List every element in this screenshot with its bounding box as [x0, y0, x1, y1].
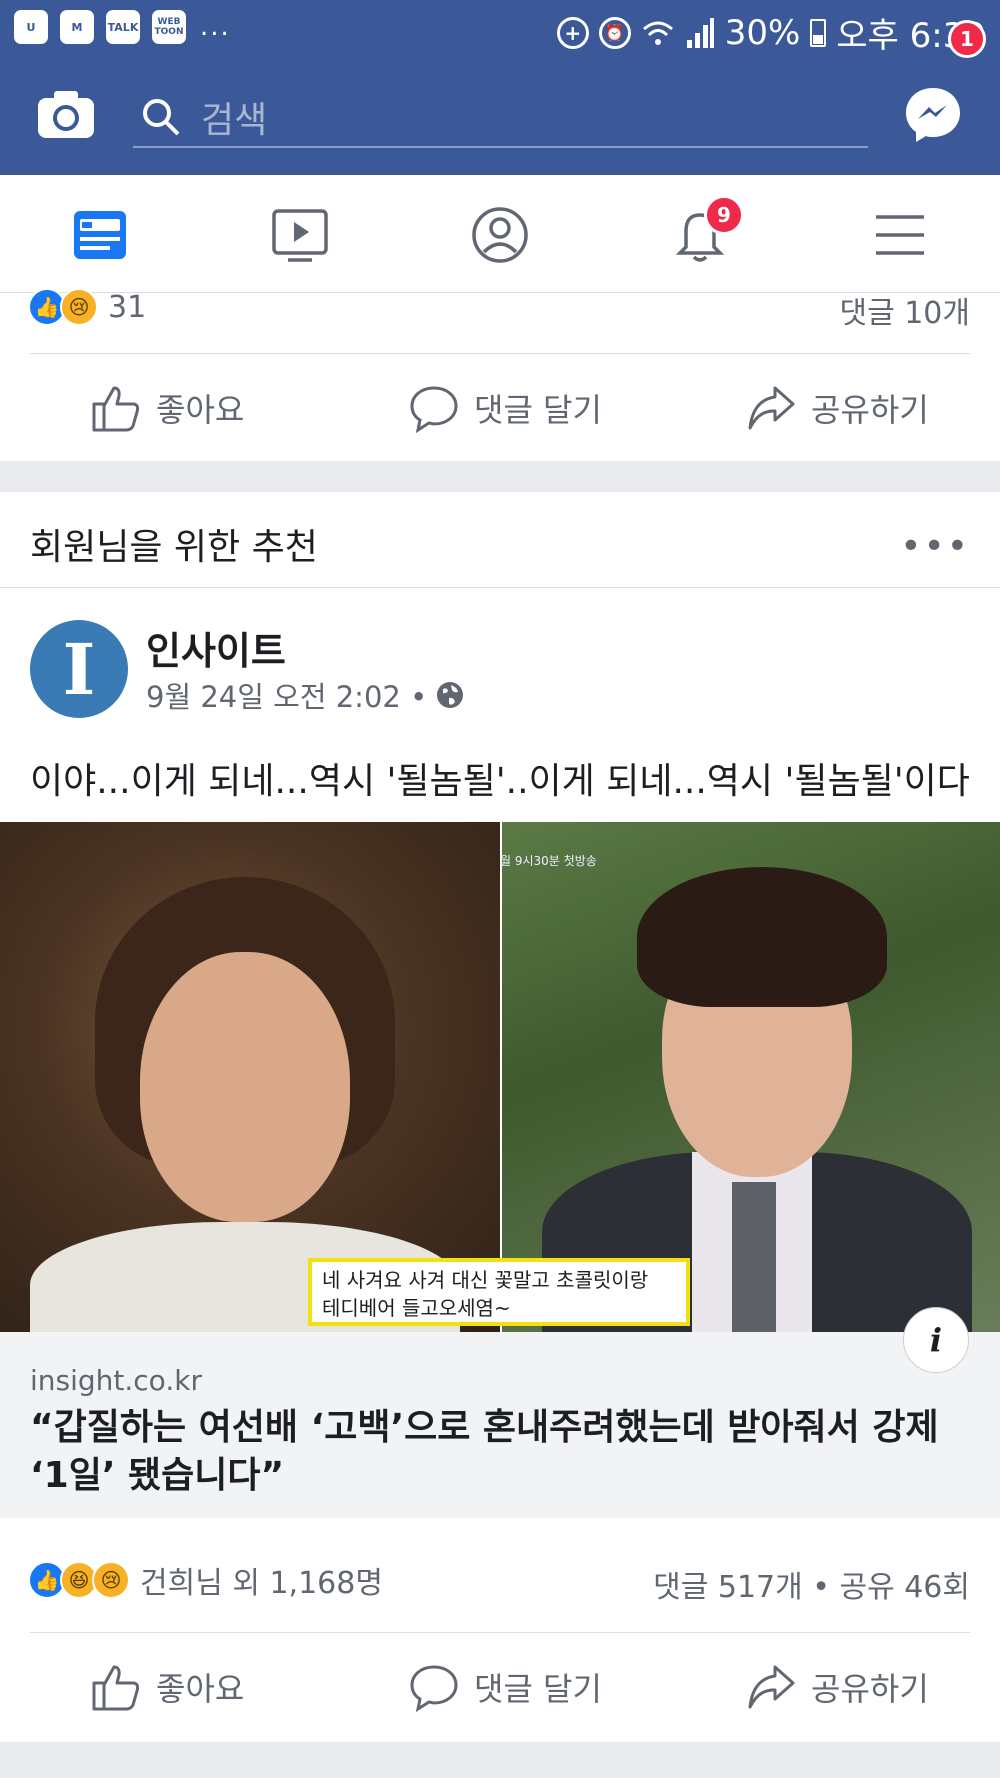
share-label: 공유하기 — [811, 391, 929, 429]
battery-icon — [810, 18, 827, 47]
reaction-summary[interactable]: 👍 😆 😢 건희님 외 1,168명 — [28, 1558, 383, 1602]
comment-icon — [410, 386, 458, 434]
sad-reaction-icon: 😢 — [60, 288, 98, 326]
search-placeholder: 검색 — [201, 100, 268, 141]
profile-icon[interactable] — [468, 203, 532, 267]
alarm-icon: ⏰ — [598, 16, 631, 49]
photo-left-panel — [0, 822, 500, 1332]
more-options-icon[interactable]: ••• — [900, 526, 970, 567]
like-label: 좋아요 — [156, 391, 245, 429]
camera-icon[interactable] — [36, 88, 96, 140]
status-bar: U M TALK WEB TOON ... + ⏰ 30% 오후 6:39 — [0, 0, 1000, 58]
share-button[interactable]: 공유하기 — [745, 353, 929, 463]
share-button[interactable]: 공유하기 — [745, 1632, 929, 1742]
menu-icon[interactable] — [868, 203, 932, 267]
gmail-icon: M — [60, 10, 94, 44]
sad-reaction-icon: 😢 — [92, 1561, 130, 1599]
previous-post-footer: 👍 😢 31 댓글 10개 좋아요 댓글 달기 공유하기 — [0, 288, 1000, 463]
divider — [0, 587, 1000, 588]
data-saver-icon: + — [556, 16, 589, 49]
more-notifications-dots: ... — [200, 12, 231, 42]
like-label: 좋아요 — [156, 1670, 245, 1708]
photo-right-panel — [502, 822, 1000, 1332]
recommended-post-card: 회원님을 위한 추천 ••• I 인사이트 9월 24일 오전 2:02 • 이… — [0, 492, 1000, 1742]
share-label: 공유하기 — [811, 1670, 929, 1708]
thumbs-up-icon — [92, 1665, 140, 1711]
like-button[interactable]: 좋아요 — [90, 1632, 244, 1742]
post-image[interactable]: 월 9시30분 첫방송 네 사겨요 사겨 대신 꽃말고 초콜릿이랑 테디베어 들… — [0, 822, 1000, 1332]
subtitle-line: 네 사겨요 사겨 대신 꽃말고 초콜릿이랑 — [322, 1268, 649, 1292]
link-preview[interactable]: insight.co.kr “갑질하는 여선배 ‘고백’으로 혼내주려했는데 받… — [0, 1332, 1000, 1518]
thumbs-up-icon — [92, 386, 140, 432]
tie-shape — [732, 1182, 776, 1332]
share-icon — [748, 1665, 795, 1709]
comment-count[interactable]: 댓글 10개 — [839, 288, 970, 332]
tab-bar — [0, 175, 1000, 293]
wifi-icon — [642, 21, 673, 45]
comment-button[interactable]: 댓글 달기 — [408, 353, 602, 463]
post-text: 이야...이게 되네...역시 '될놈될'..이게 되네...역시 '될놈될'이… — [30, 761, 970, 802]
reaction-count: 31 — [108, 289, 147, 325]
comment-label: 댓글 달기 — [474, 1670, 602, 1708]
post-meta: 9월 24일 오전 2:02 • — [146, 674, 465, 716]
comment-button[interactable]: 댓글 달기 — [408, 1632, 602, 1742]
hair-shape — [637, 867, 887, 1007]
reaction-summary[interactable]: 👍 😢 31 — [28, 288, 146, 326]
news-feed-icon[interactable] — [68, 203, 132, 267]
webtoon-icon: WEB TOON — [152, 10, 186, 44]
battery-percent: 30% — [724, 12, 801, 53]
kakaotalk-icon: TALK — [106, 10, 140, 44]
post-actions: 좋아요 댓글 달기 공유하기 — [0, 1632, 1000, 1742]
link-title: “갑질하는 여선배 ‘고백’으로 혼내주려했는데 받아줘서 강제 ‘1일’ 됐습… — [30, 1407, 939, 1496]
link-domain: insight.co.kr — [30, 1364, 202, 1397]
reaction-people: 건희님 외 1,168명 — [140, 1566, 383, 1601]
comment-share-stats[interactable]: 댓글 517개 • 공유 46회 — [653, 1562, 970, 1606]
info-icon[interactable]: i — [903, 1307, 969, 1373]
subtitle-line: 테디베어 들고오세염~ — [322, 1296, 511, 1320]
messenger-icon[interactable] — [903, 85, 963, 145]
share-icon — [748, 386, 795, 430]
section-title: 회원님을 위한 추천 — [30, 527, 318, 568]
subtitle-caption: 네 사겨요 사겨 대신 꽃말고 초콜릿이랑 테디베어 들고오세염~ — [308, 1258, 690, 1326]
broadcast-caption: 월 9시30분 첫방송 — [500, 854, 597, 868]
notifications-badge: 9 — [704, 195, 744, 235]
search-icon — [143, 99, 180, 136]
page-avatar[interactable]: I — [30, 620, 128, 718]
post-actions: 좋아요 댓글 달기 공유하기 — [0, 353, 1000, 463]
comment-label: 댓글 달기 — [474, 391, 602, 429]
face-shape — [140, 952, 350, 1222]
globe-icon — [437, 682, 464, 708]
messenger-badge: 1 — [948, 20, 986, 58]
facebook-feed-screen: U M TALK WEB TOON ... + ⏰ 30% 오후 6:39 검색 — [0, 0, 1000, 1778]
u-app-icon: U — [14, 10, 48, 44]
search-input[interactable]: 검색 — [133, 88, 868, 148]
watch-icon[interactable] — [268, 203, 332, 267]
post-timestamp[interactable]: 9월 24일 오전 2:02 • — [146, 674, 427, 716]
comment-icon — [410, 1665, 458, 1713]
page-name[interactable]: 인사이트 — [146, 620, 286, 675]
top-app-bar: 검색 — [0, 58, 1000, 175]
like-button[interactable]: 좋아요 — [90, 353, 244, 463]
signal-icon — [686, 17, 714, 48]
